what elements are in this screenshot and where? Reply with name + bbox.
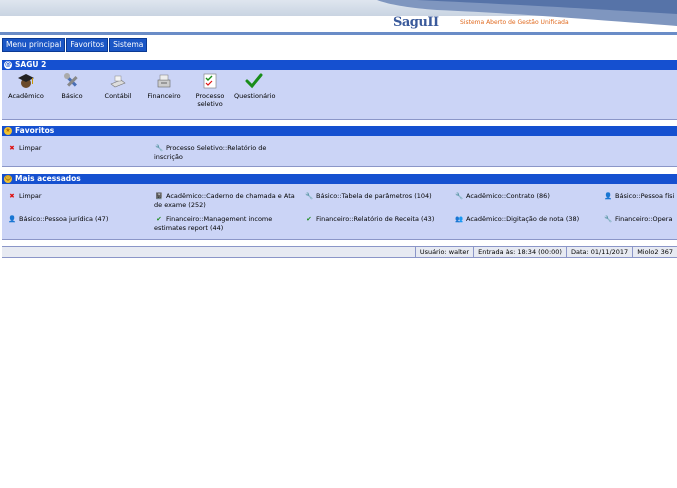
menu-item-sistema[interactable]: Sistema bbox=[109, 38, 148, 52]
status-bar: Usuário: walter Entrada às: 18:34 (00:00… bbox=[2, 246, 677, 258]
module-financeiro[interactable]: Financeiro bbox=[144, 72, 184, 100]
mais-acessados-section-body: ✖ Limpar 📓 Acadêmico::Caderno de chamada e… bbox=[2, 184, 677, 240]
module-academico[interactable]: Acadêmico bbox=[6, 72, 46, 100]
mais-contrato-link[interactable]: 🔧 Acadêmico::Contrato (86) bbox=[454, 192, 550, 201]
link-label: Acadêmico::Digitação de nota (38) bbox=[466, 215, 580, 223]
sagu-tagline: Sistema Aberto de Gestão Unificada bbox=[460, 19, 569, 26]
module-basico[interactable]: Básico bbox=[52, 72, 92, 100]
wrench-icon: 🔧 bbox=[603, 215, 613, 223]
link-label: Básico::Pessoa físi bbox=[615, 192, 675, 200]
people-icon: 👥 bbox=[454, 215, 464, 223]
module-processo-seletivo[interactable]: Processo seletivo bbox=[190, 72, 230, 108]
at-icon: @ bbox=[4, 61, 12, 69]
link-label: Financeiro::Relatório de Receita (43) bbox=[316, 215, 435, 223]
calculator-icon bbox=[108, 72, 128, 90]
link-label: Limpar bbox=[19, 144, 42, 152]
cash-register-icon bbox=[154, 72, 174, 90]
header-banner: SaguII Sistema Aberto de Gestão Unificad… bbox=[0, 0, 677, 36]
x-icon: ✖ bbox=[9, 192, 15, 200]
mais-caderno-chamada-link[interactable]: 📓 Acadêmico::Caderno de chamada e Ata de … bbox=[154, 192, 299, 210]
mais-limpar-link[interactable]: ✖ Limpar bbox=[7, 192, 42, 201]
smiley-icon: ☺ bbox=[4, 175, 12, 183]
status-data: Data: 01/11/2017 bbox=[565, 247, 632, 257]
status-usuario: Usuário: walter bbox=[414, 247, 473, 257]
favoritos-section-header: ★ Favoritos bbox=[2, 126, 677, 136]
link-label: Financeiro::Management income estimates … bbox=[154, 215, 273, 232]
module-label: Processo seletivo bbox=[195, 92, 225, 108]
sagu2-section-header: @ SAGU 2 bbox=[2, 60, 677, 70]
mais-pessoa-juridica-link[interactable]: 👤 Básico::Pessoa jurídica (47) bbox=[7, 215, 108, 224]
section-title: SAGU 2 bbox=[15, 60, 47, 69]
graduation-cap-icon bbox=[16, 72, 36, 90]
sagu2-section-body: Acadêmico Básico Contábil Financeiro Pro… bbox=[2, 70, 677, 120]
status-spacer bbox=[2, 247, 415, 257]
section-title: Favoritos bbox=[15, 126, 55, 135]
mais-management-income-link[interactable]: ✔ Financeiro::Management income estimates… bbox=[154, 215, 299, 233]
module-label: Contábil bbox=[104, 92, 132, 100]
module-contabil[interactable]: Contábil bbox=[98, 72, 138, 100]
link-label: Financeiro::Opera bbox=[615, 215, 673, 223]
favoritos-relatorio-inscricao-link[interactable]: 🔧 Processo Seletivo::Relatório de inscriç… bbox=[154, 144, 284, 162]
link-label: Básico::Tabela de parâmetros (104) bbox=[316, 192, 432, 200]
mais-acessados-section-header: ☺ Mais acessados bbox=[2, 174, 677, 184]
module-label: Questionário bbox=[234, 92, 276, 100]
status-versao: Miolo2 367 bbox=[632, 247, 677, 257]
link-label: Processo Seletivo::Relatório de inscriçã… bbox=[154, 144, 267, 161]
main-menubar: Menu principal Favoritos Sistema bbox=[2, 38, 148, 52]
mais-digitacao-nota-link[interactable]: 👥 Acadêmico::Digitação de nota (38) bbox=[454, 215, 579, 224]
banner-divider bbox=[0, 32, 677, 35]
mais-operacoes-link[interactable]: 🔧 Financeiro::Opera bbox=[603, 215, 677, 224]
favoritos-section-body: ✖ Limpar 🔧 Processo Seletivo::Relatório de… bbox=[2, 136, 677, 167]
x-icon: ✖ bbox=[9, 144, 15, 152]
form-icon bbox=[200, 72, 220, 90]
favoritos-limpar-link[interactable]: ✖ Limpar bbox=[7, 144, 42, 153]
module-label: Financeiro bbox=[147, 92, 181, 100]
star-icon: ★ bbox=[4, 127, 12, 135]
menu-item-favoritos[interactable]: Favoritos bbox=[66, 38, 109, 52]
module-label: Básico bbox=[61, 92, 83, 100]
tools-icon bbox=[62, 72, 82, 90]
notebook-icon: 📓 bbox=[154, 192, 164, 200]
wrench-icon: 🔧 bbox=[454, 192, 464, 200]
link-label: Acadêmico::Contrato (86) bbox=[466, 192, 550, 200]
link-label: Limpar bbox=[19, 192, 42, 200]
check-doc-icon: ✔ bbox=[156, 215, 162, 223]
tools-icon: 🔧 bbox=[304, 192, 314, 200]
status-entrada: Entrada às: 18:34 (00:00) bbox=[473, 247, 566, 257]
wrench-icon: 🔧 bbox=[154, 144, 164, 152]
module-questionario[interactable]: Questionário bbox=[234, 72, 276, 100]
section-title: Mais acessados bbox=[15, 174, 81, 183]
sagu-logo: SaguII bbox=[393, 15, 439, 30]
mais-tabela-parametros-link[interactable]: 🔧 Básico::Tabela de parâmetros (104) bbox=[304, 192, 432, 201]
menu-item-principal[interactable]: Menu principal bbox=[2, 38, 66, 52]
check-icon bbox=[244, 72, 264, 90]
person-icon: 👤 bbox=[603, 192, 613, 200]
mais-relatorio-receita-link[interactable]: ✔ Financeiro::Relatório de Receita (43) bbox=[304, 215, 434, 224]
person-icon: 👤 bbox=[7, 215, 17, 223]
link-label: Acadêmico::Caderno de chamada e Ata de e… bbox=[154, 192, 295, 209]
module-label: Acadêmico bbox=[8, 92, 44, 100]
check-doc-icon: ✔ bbox=[306, 215, 312, 223]
link-label: Básico::Pessoa jurídica (47) bbox=[19, 215, 109, 223]
mais-pessoa-fisica-link[interactable]: 👤 Básico::Pessoa físi bbox=[603, 192, 677, 201]
